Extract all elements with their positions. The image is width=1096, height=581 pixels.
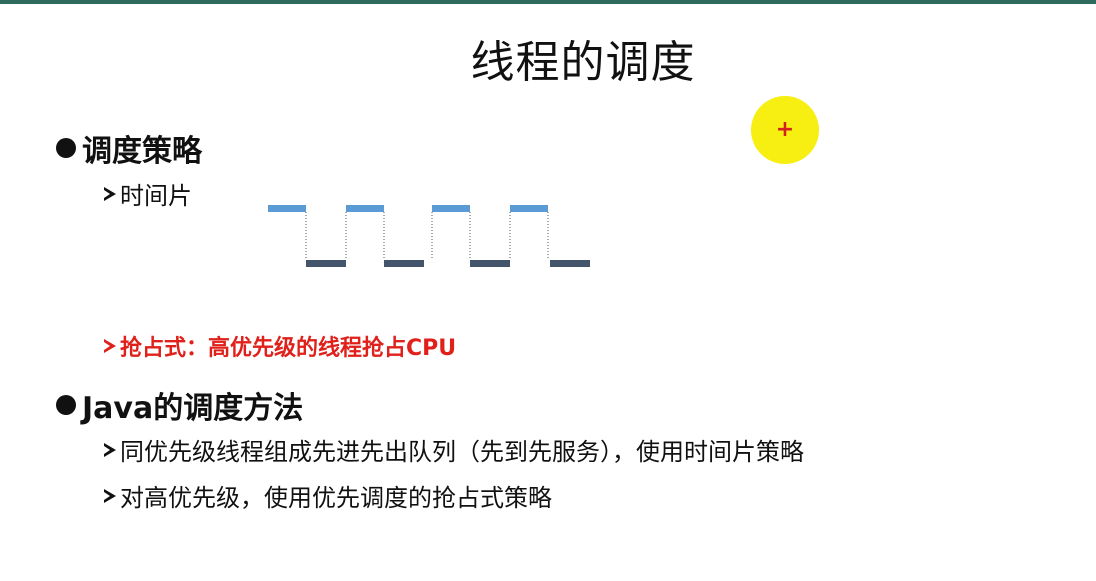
section-heading-label: 调度策略 [82, 134, 202, 169]
section-heading-label: Java的调度方法 [82, 391, 304, 426]
top-accent-bar [0, 0, 1096, 4]
low-segment [384, 260, 424, 267]
low-segment [470, 260, 510, 267]
high-segment [346, 205, 384, 212]
time-slice-waveform [268, 205, 590, 267]
sub-item-label: 抢占式：高优先级的线程抢占CPU [120, 336, 457, 361]
low-segment [550, 260, 590, 267]
waveform-high-segments [268, 205, 548, 212]
low-segment [306, 260, 346, 267]
bullet-icon [56, 138, 76, 158]
arrow-bullet-icon [104, 339, 116, 353]
sub-item-preemptive: 抢占式：高优先级的线程抢占CPU [104, 330, 456, 362]
bullet-icon [56, 395, 76, 415]
high-segment [432, 205, 470, 212]
arrow-bullet-icon [104, 488, 116, 503]
high-segment [510, 205, 548, 212]
slide-title: 线程的调度 [470, 37, 696, 88]
waveform-low-segments [306, 260, 590, 267]
pointer-highlight-icon: + [751, 96, 819, 164]
crosshair-icon: + [775, 117, 795, 142]
waveform-transitions [305, 212, 549, 260]
sub-item-label: 同优先级线程组成先进先出队列（先到先服务），使用时间片策略 [120, 438, 804, 466]
section-heading-java-scheduling: Java的调度方法 [56, 383, 303, 427]
arrow-bullet-icon [104, 442, 116, 457]
sub-item-label: 时间片 [120, 182, 192, 210]
sub-item-fifo-queue: 同优先级线程组成先进先出队列（先到先服务），使用时间片策略 [104, 432, 804, 467]
section-heading-scheduling-strategy: 调度策略 [56, 126, 202, 170]
high-segment [268, 205, 306, 212]
sub-item-time-slice: 时间片 [104, 176, 192, 211]
sub-item-priority-preemptive: 对高优先级，使用优先调度的抢占式策略 [104, 478, 552, 513]
arrow-bullet-icon [104, 186, 116, 201]
sub-item-label: 对高优先级，使用优先调度的抢占式策略 [120, 484, 552, 512]
